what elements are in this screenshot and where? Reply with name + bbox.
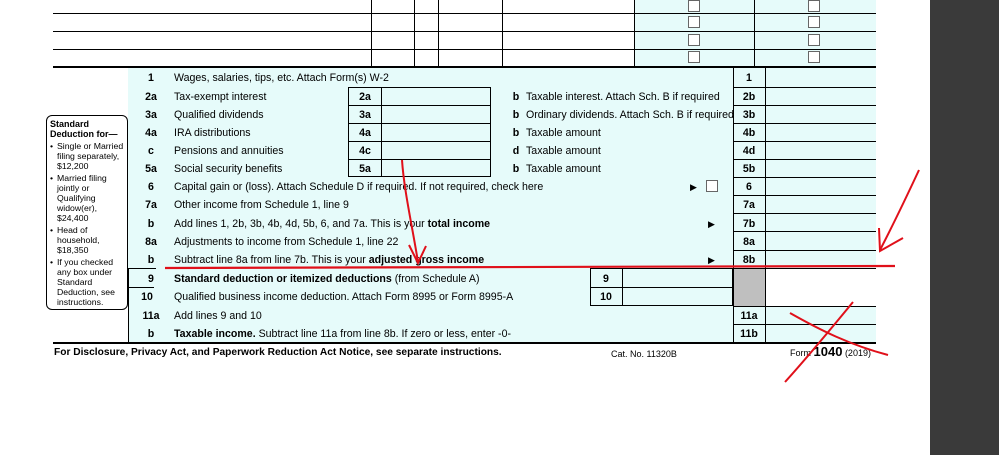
cross-annotation (784, 301, 854, 383)
arrow-annotation (879, 169, 920, 251)
arrow-annotation-head (878, 227, 904, 253)
underline-annotation (164, 264, 896, 270)
red-annotations (164, 159, 920, 383)
